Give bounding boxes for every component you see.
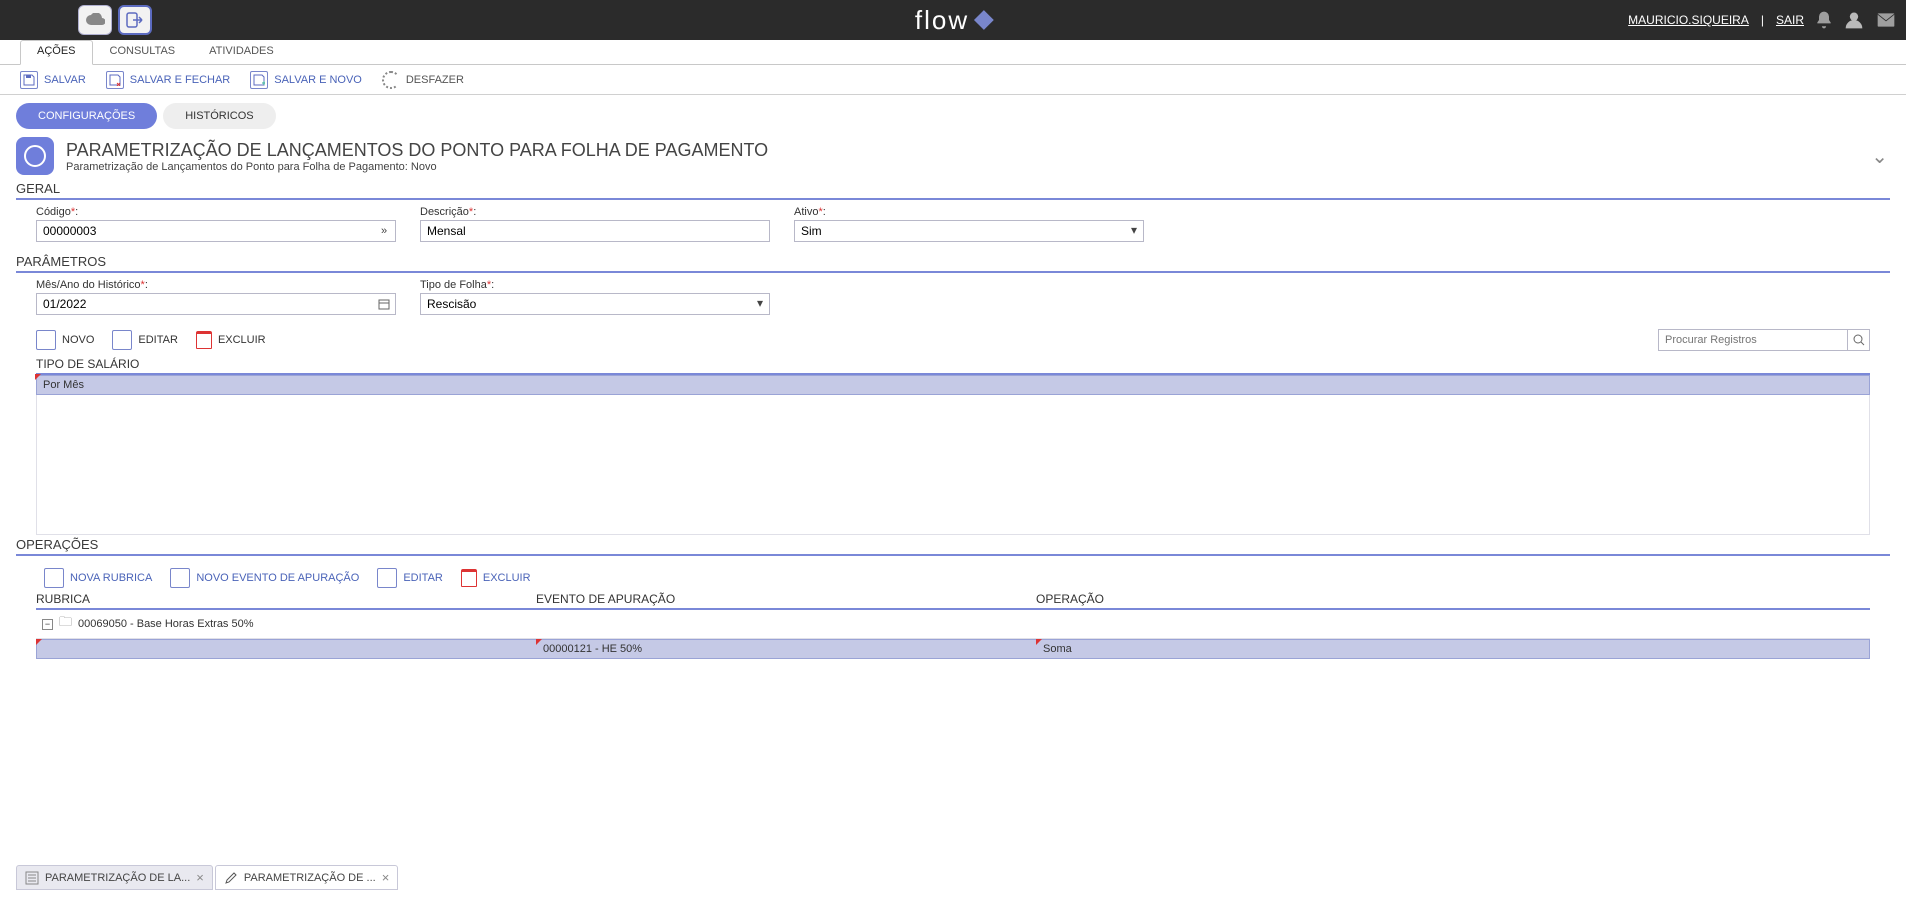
save-icon bbox=[20, 71, 38, 89]
close-icon[interactable]: × bbox=[196, 870, 204, 885]
trash-icon bbox=[461, 569, 477, 587]
user-icon[interactable] bbox=[1844, 10, 1864, 30]
save-new-icon bbox=[250, 71, 268, 89]
col-evento: EVENTO DE APURAÇÃO bbox=[536, 592, 1036, 606]
undo-icon bbox=[382, 71, 400, 89]
op-grid-body bbox=[36, 659, 1870, 719]
operacoes-toolbar: NOVA RUBRICA NOVO EVENTO DE APURAÇÃO EDI… bbox=[0, 562, 1906, 592]
salario-grid-header: TIPO DE SALÁRIO bbox=[36, 357, 1870, 375]
enter-icon[interactable] bbox=[118, 5, 152, 35]
close-icon[interactable]: × bbox=[382, 870, 390, 885]
op-leaf-row[interactable]: 00000121 - HE 50% Soma bbox=[36, 639, 1870, 659]
editar-op-button[interactable]: EDITAR bbox=[377, 568, 443, 588]
plus-icon bbox=[36, 330, 56, 350]
actions-toolbar: SALVAR SALVAR E FECHAR SALVAR E NOVO DES… bbox=[0, 65, 1906, 95]
save-new-button[interactable]: SALVAR E NOVO bbox=[250, 71, 362, 89]
plus-icon bbox=[44, 568, 64, 588]
mesano-label: Mês/Ano do Histórico*: bbox=[36, 279, 396, 291]
col-operacao: OPERAÇÃO bbox=[1036, 592, 1870, 606]
excluir-op-button[interactable]: EXCLUIR bbox=[461, 569, 531, 587]
list-icon bbox=[25, 871, 39, 885]
search-input[interactable] bbox=[1658, 329, 1848, 351]
clock-icon bbox=[24, 145, 46, 167]
mesano-input[interactable] bbox=[37, 294, 395, 314]
chevron-down-icon[interactable]: ⌄ bbox=[1871, 144, 1888, 169]
undo-button[interactable]: DESFAZER bbox=[382, 71, 464, 89]
logo-diamond-icon bbox=[974, 10, 994, 30]
save-close-icon bbox=[106, 71, 124, 89]
calendar-icon[interactable] bbox=[375, 295, 393, 313]
cloud-icon[interactable] bbox=[78, 5, 112, 35]
main-tabs: AÇÕES CONSULTAS ATIVIDADES bbox=[0, 40, 1906, 65]
section-operacoes-label: OPERAÇÕES bbox=[0, 535, 1906, 552]
leaf-evento: 00000121 - HE 50% bbox=[537, 643, 1037, 655]
ativo-label: Ativo*: bbox=[794, 206, 1144, 218]
ws-tab-2[interactable]: PARAMETRIZAÇÃO DE ... × bbox=[215, 865, 398, 890]
logout-link[interactable]: SAIR bbox=[1776, 13, 1804, 27]
geral-form-row: Código*: » Descrição*: Ativo*: Sim bbox=[0, 206, 1906, 252]
excluir-button[interactable]: EXCLUIR bbox=[196, 331, 266, 349]
page-header: PARAMETRIZAÇÃO DE LANÇAMENTOS DO PONTO P… bbox=[0, 137, 1906, 179]
page-icon bbox=[16, 137, 54, 175]
pill-tabs: CONFIGURAÇÕES HISTÓRICOS bbox=[0, 95, 1906, 137]
tipofolha-select[interactable]: Rescisão bbox=[421, 294, 769, 314]
section-geral-label: GERAL bbox=[0, 179, 1906, 196]
search-button[interactable] bbox=[1848, 329, 1870, 351]
salario-grid-row[interactable]: Por Mês bbox=[36, 375, 1870, 395]
page-subtitle: Parametrização de Lançamentos do Ponto p… bbox=[66, 161, 768, 173]
section-rule bbox=[16, 198, 1890, 200]
op-group-row[interactable]: − 🗀 00069050 - Base Horas Extras 50% bbox=[36, 610, 1870, 639]
nova-rubrica-button[interactable]: NOVA RUBRICA bbox=[44, 568, 152, 588]
workspace-tabs: PARAMETRIZAÇÃO DE LA... × PARAMETRIZAÇÃO… bbox=[16, 865, 398, 890]
plus-icon bbox=[170, 568, 190, 588]
codigo-label: Código*: bbox=[36, 206, 396, 218]
save-button[interactable]: SALVAR bbox=[20, 71, 86, 89]
edit-icon bbox=[112, 330, 132, 350]
novo-evento-button[interactable]: NOVO EVENTO DE APURAÇÃO bbox=[170, 568, 359, 588]
tab-acoes[interactable]: AÇÕES bbox=[20, 40, 93, 65]
bell-icon[interactable] bbox=[1814, 10, 1834, 30]
editar-button[interactable]: EDITAR bbox=[112, 330, 178, 350]
parametros-form-row: Mês/Ano do Histórico*: Tipo de Folha*: R… bbox=[0, 279, 1906, 325]
trash-icon bbox=[196, 331, 212, 349]
descricao-input[interactable] bbox=[421, 221, 769, 241]
tree-collapse-icon[interactable]: − bbox=[42, 619, 53, 630]
edit-icon bbox=[377, 568, 397, 588]
save-close-button[interactable]: SALVAR E FECHAR bbox=[106, 71, 230, 89]
section-rule bbox=[16, 554, 1890, 556]
tab-consultas[interactable]: CONSULTAS bbox=[93, 40, 193, 64]
app-logo: flow bbox=[915, 5, 991, 36]
lookup-icon[interactable]: » bbox=[375, 222, 393, 240]
ws-tab-label: PARAMETRIZAÇÃO DE ... bbox=[244, 872, 376, 884]
ws-tab-label: PARAMETRIZAÇÃO DE LA... bbox=[45, 872, 190, 884]
leaf-op: Soma bbox=[1037, 643, 1869, 655]
user-name-link[interactable]: MAURICIO.SIQUEIRA bbox=[1628, 13, 1749, 27]
salario-grid-body bbox=[36, 395, 1870, 535]
top-bar: flow MAURICIO.SIQUEIRA | SAIR bbox=[0, 0, 1906, 40]
mail-icon[interactable] bbox=[1874, 10, 1898, 30]
novo-button[interactable]: NOVO bbox=[36, 330, 94, 350]
logo-text: flow bbox=[915, 5, 969, 36]
descricao-label: Descrição*: bbox=[420, 206, 770, 218]
pencil-icon bbox=[224, 871, 238, 885]
codigo-input[interactable] bbox=[37, 221, 395, 241]
ws-tab-1[interactable]: PARAMETRIZAÇÃO DE LA... × bbox=[16, 865, 213, 890]
page-title: PARAMETRIZAÇÃO DE LANÇAMENTOS DO PONTO P… bbox=[66, 140, 768, 161]
tab-atividades[interactable]: ATIVIDADES bbox=[192, 40, 291, 64]
tipofolha-label: Tipo de Folha*: bbox=[420, 279, 770, 291]
section-parametros-label: PARÂMETROS bbox=[0, 252, 1906, 269]
section-rule bbox=[16, 271, 1890, 273]
col-rubrica: RUBRICA bbox=[36, 592, 536, 606]
pill-historicos[interactable]: HISTÓRICOS bbox=[163, 103, 275, 129]
salario-toolbar: NOVO EDITAR EXCLUIR bbox=[0, 325, 1906, 353]
ativo-select[interactable]: Sim bbox=[795, 221, 1143, 241]
op-group-label: 00069050 - Base Horas Extras 50% bbox=[78, 618, 254, 630]
op-grid-header: RUBRICA EVENTO DE APURAÇÃO OPERAÇÃO bbox=[36, 592, 1870, 610]
pill-configuracoes[interactable]: CONFIGURAÇÕES bbox=[16, 103, 157, 129]
folder-icon: 🗀 bbox=[59, 613, 72, 635]
